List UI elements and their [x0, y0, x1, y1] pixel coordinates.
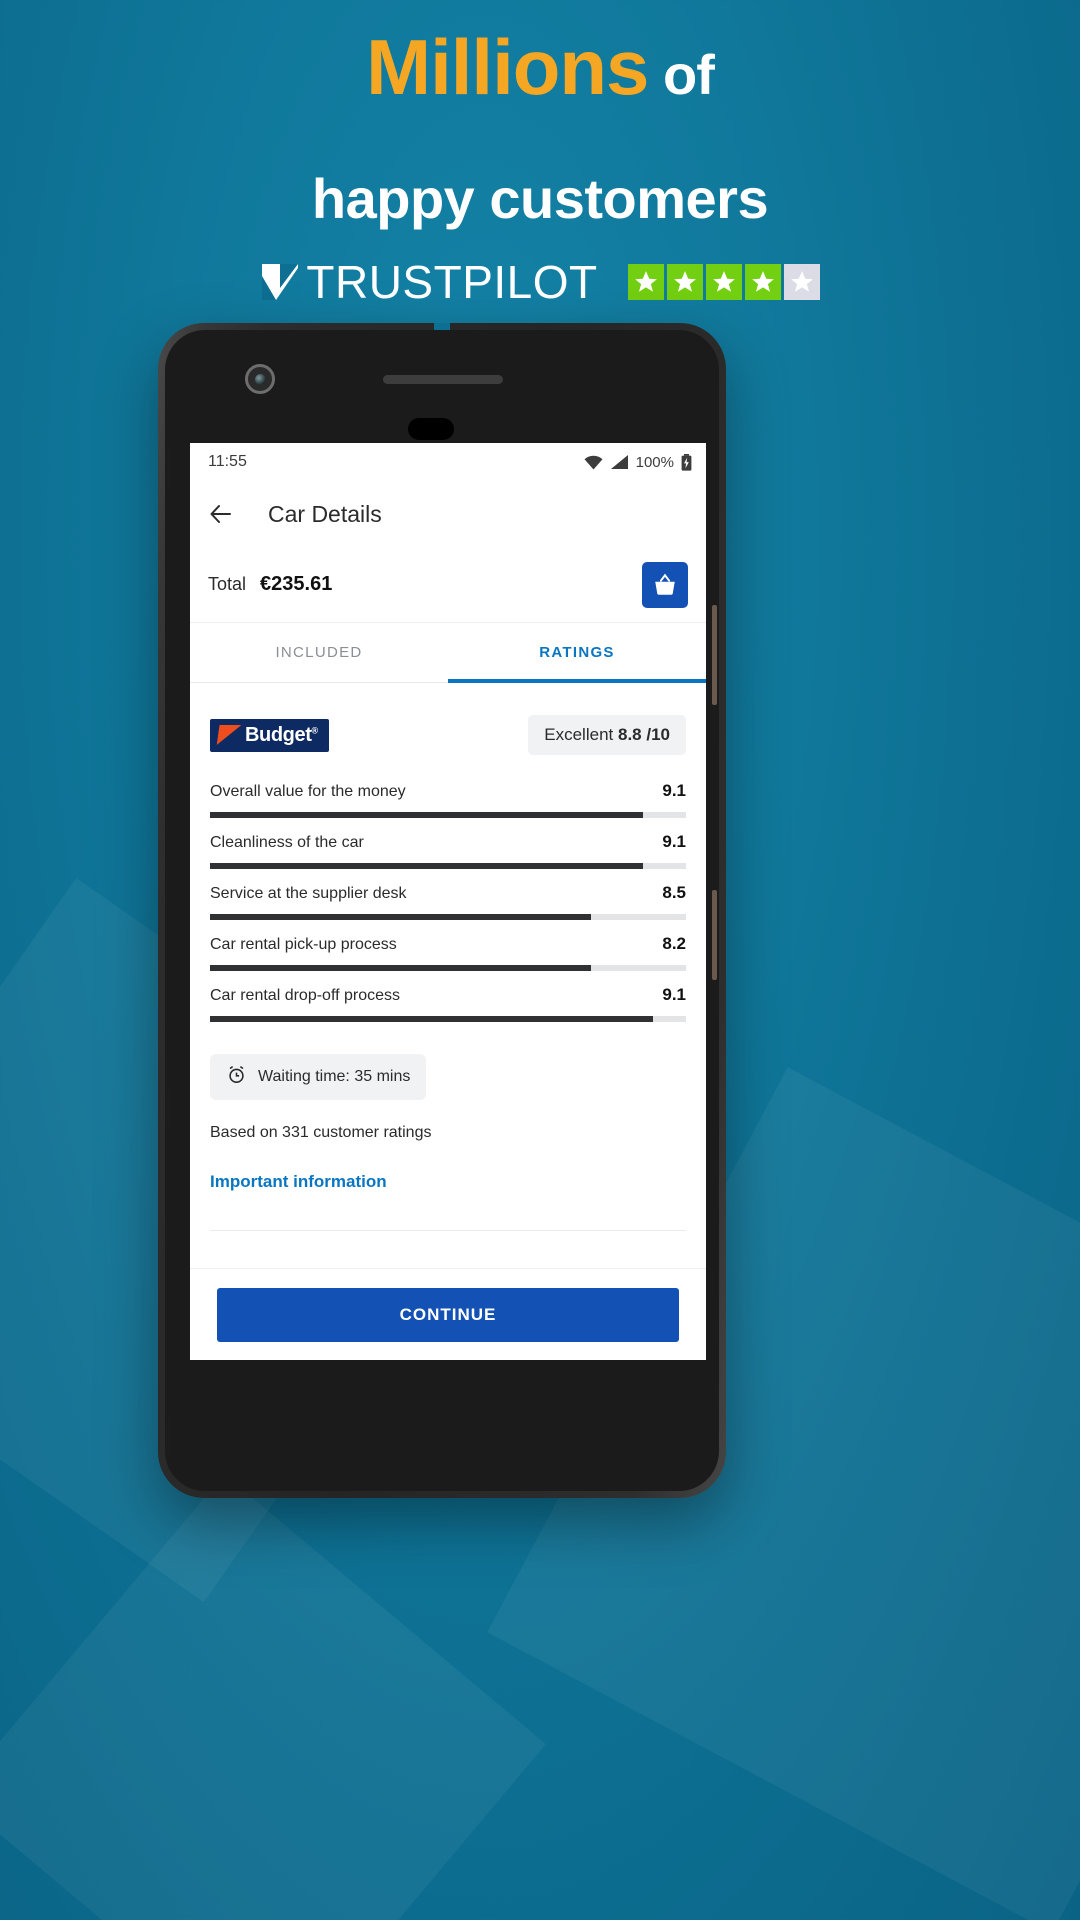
tab-bar: INCLUDED RATINGS [190, 623, 706, 683]
score-prefix: Excellent [544, 725, 614, 744]
rating-score: 9.1 [662, 832, 686, 851]
rating-track [210, 914, 686, 920]
phone-side-button [167, 450, 172, 486]
rating-fill [210, 812, 644, 818]
rating-track [210, 965, 686, 971]
star-icon [666, 264, 703, 300]
phone-side-button [167, 1420, 172, 1456]
status-bar: 11:55 100% [190, 443, 706, 481]
headline-highlight: Millions [366, 23, 649, 111]
page-title: Car Details [268, 500, 382, 527]
app-bar: Car Details [190, 481, 706, 547]
alarm-clock-icon [226, 1064, 247, 1090]
total-label: Total [208, 574, 247, 594]
trustpilot-badge: TRUSTPILOT [0, 255, 1080, 309]
headline-line-1: Millions of [0, 28, 1080, 106]
rating-track [210, 1016, 686, 1022]
rating-score: 9.1 [662, 985, 686, 1004]
phone-bezel: 11:55 100% Car Details Total €235.61 INC… [165, 330, 719, 1491]
content-divider [210, 1230, 686, 1231]
rating-label: Service at the supplier desk [210, 885, 407, 902]
rating-row: Car rental drop-off process 9.1 [210, 985, 686, 1036]
rating-fill [210, 965, 591, 971]
rating-label: Overall value for the money [210, 783, 406, 800]
score-suffix: /10 [646, 725, 670, 744]
basket-icon [655, 573, 675, 595]
important-information-link[interactable]: Important information [210, 1172, 686, 1192]
status-bar-icons: 100% [584, 453, 692, 471]
rating-row: Service at the supplier desk 8.5 [210, 883, 686, 934]
star-icon-empty [783, 264, 820, 300]
budget-triangle-icon [217, 725, 242, 745]
rating-fill [210, 863, 644, 869]
rating-fill [210, 1016, 653, 1022]
rating-score: 9.1 [662, 781, 686, 800]
rating-fill [210, 914, 591, 920]
back-arrow-icon[interactable] [208, 501, 234, 527]
trustpilot-star-rating [627, 264, 820, 300]
tab-ratings[interactable]: RATINGS [448, 623, 706, 683]
phone-screen: 11:55 100% Car Details Total €235.61 INC… [190, 443, 706, 1360]
score-value: 8.8 [617, 725, 642, 744]
budget-logo: Budget® [210, 718, 329, 752]
total-row: Total €235.61 [190, 547, 706, 623]
wifi-icon [584, 455, 603, 470]
trustpilot-logo: TRUSTPILOT [260, 255, 597, 309]
battery-percent-label: 100% [635, 453, 674, 471]
waiting-time-text: Waiting time: 35 mins [258, 1068, 411, 1085]
based-on-text: Based on 331 customer ratings [210, 1124, 432, 1141]
rating-label: Cleanliness of the car [210, 834, 364, 851]
rating-track [210, 863, 686, 869]
headline-rest: of [663, 43, 715, 106]
front-camera-icon [245, 364, 275, 394]
rating-label: Car rental drop-off process [210, 987, 401, 1004]
rating-row: Cleanliness of the car 9.1 [210, 832, 686, 883]
battery-charging-icon [681, 453, 692, 471]
rating-label: Car rental pick-up process [210, 936, 397, 953]
earpiece-speaker [383, 375, 503, 384]
supplier-row: Budget® Excellent 8.8 /10 [210, 683, 686, 781]
rating-score: 8.2 [662, 934, 686, 953]
star-icon [627, 264, 664, 300]
tab-included[interactable]: INCLUDED [190, 623, 448, 682]
rating-score: 8.5 [662, 883, 686, 902]
rating-track [210, 812, 686, 818]
phone-top-notch [434, 323, 450, 330]
phone-volume-button [712, 605, 717, 705]
continue-button[interactable]: CONTINUE [217, 1287, 679, 1342]
promo-headline: Millions of happy customers [0, 28, 1080, 231]
proximity-sensor [408, 418, 454, 440]
cta-bar: CONTINUE [190, 1268, 706, 1360]
background-shape [0, 1474, 546, 1920]
headline-line-2: happy customers [311, 167, 769, 230]
rating-row: Overall value for the money 9.1 [210, 781, 686, 832]
signal-icon [610, 454, 629, 470]
star-icon [705, 264, 742, 300]
phone-mockup: 11:55 100% Car Details Total €235.61 INC… [158, 323, 726, 1498]
rating-row: Car rental pick-up process 8.2 [210, 934, 686, 985]
basket-button[interactable] [642, 561, 688, 608]
phone-side-button [167, 1090, 172, 1126]
supplier-score-badge: Excellent 8.8 /10 [528, 715, 686, 755]
ratings-content: Budget® Excellent 8.8 /10 Overall value … [190, 683, 706, 1231]
total-value: €235.61 [260, 573, 333, 595]
waiting-time-chip: Waiting time: 35 mins [210, 1054, 427, 1100]
trustpilot-star-mark-icon [260, 262, 300, 302]
trustpilot-wordmark: TRUSTPILOT [306, 256, 598, 308]
supplier-name: Budget® [245, 723, 318, 746]
star-icon [744, 264, 781, 300]
phone-power-button [712, 890, 717, 980]
status-bar-time: 11:55 [208, 453, 247, 470]
